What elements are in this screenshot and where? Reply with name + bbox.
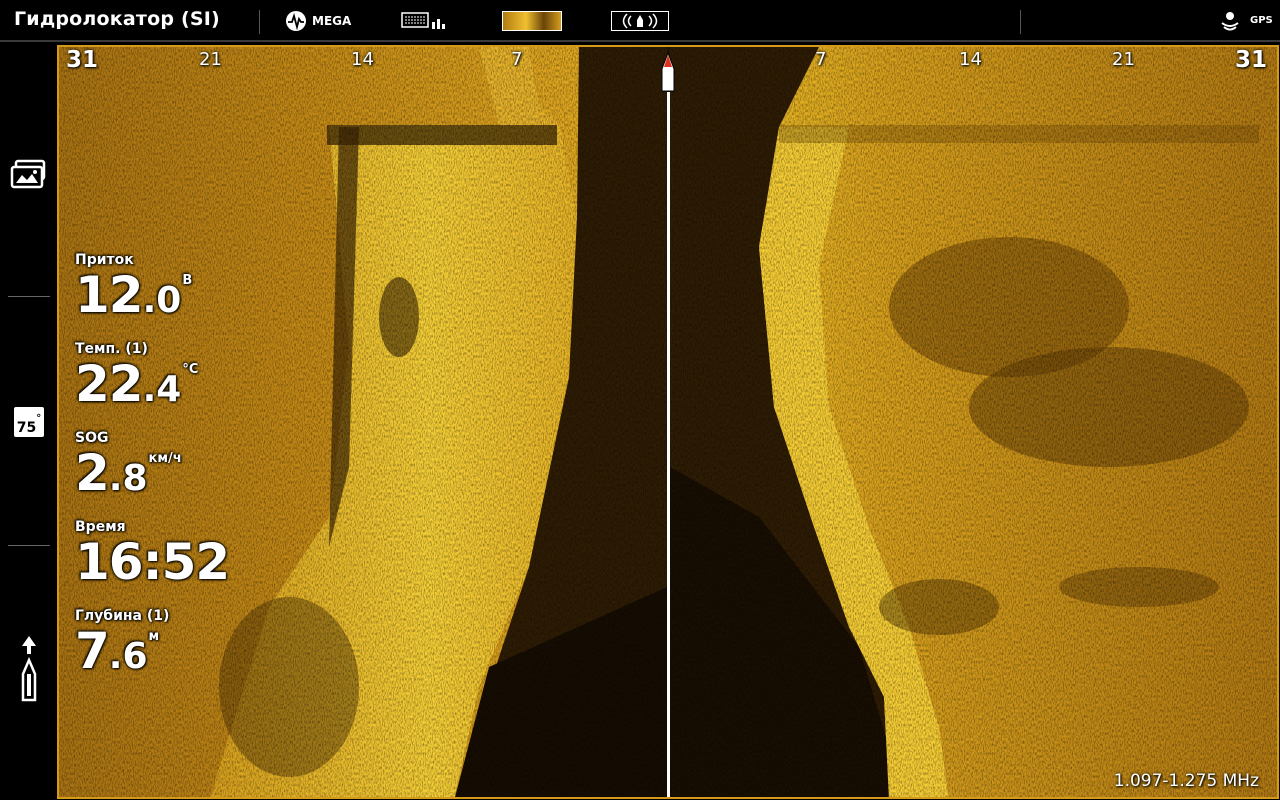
side-imaging-view[interactable]: 31 21 14 7 7 14 21 31 Приток 12.0В Темп.… — [57, 45, 1279, 799]
readout-sog[interactable]: SOG 2.8км/ч — [75, 430, 182, 498]
beam-angle-icon: 75 ° — [14, 407, 44, 437]
side-image-status[interactable] — [502, 10, 562, 32]
sidebar-divider — [8, 296, 50, 297]
readout-depth[interactable]: Глубина (1) 7.6м — [75, 608, 169, 676]
gps-status[interactable]: GPS — [1219, 8, 1275, 36]
range-left-31: 31 — [66, 47, 99, 73]
boat-position-button[interactable] — [8, 634, 50, 706]
readout-value-int: 22 — [75, 355, 144, 413]
range-right-31: 31 — [1235, 47, 1268, 73]
readout-unit: м — [148, 629, 160, 644]
readout-value-dec: .0 — [142, 280, 182, 321]
frequency-label: 1.097-1.275 MHz — [1113, 771, 1259, 791]
readout-value-dec: .8 — [108, 458, 148, 499]
views-icon — [10, 159, 46, 189]
readout-unit: °C — [182, 362, 199, 377]
readout-value-int: 16:52 — [75, 533, 230, 591]
mega-status[interactable]: MEGA — [285, 10, 351, 32]
divider — [1020, 10, 1021, 34]
range-left-14: 14 — [351, 49, 374, 70]
range-right-21: 21 — [1112, 49, 1135, 70]
readout-unit: В — [182, 273, 193, 288]
mega-label: MEGA — [312, 14, 352, 28]
readout-value-dec: .6 — [108, 636, 148, 677]
beam-angle-button[interactable]: 75 ° — [8, 404, 50, 440]
readout-value-dec: .4 — [142, 369, 182, 410]
readout-value-int: 7 — [75, 622, 110, 680]
transducer-status[interactable] — [611, 10, 669, 32]
readout-value-int: 12 — [75, 266, 144, 324]
boat-icon — [21, 636, 37, 702]
divider — [259, 10, 260, 34]
range-right-14: 14 — [959, 49, 982, 70]
readout-temperature[interactable]: Темп. (1) 22.4°C — [75, 341, 198, 409]
range-left-7: 7 — [511, 49, 523, 70]
side-imaging-thumbnail-icon — [502, 11, 562, 31]
chart-sonar-combo-icon — [401, 12, 445, 29]
sidebar-divider — [8, 545, 50, 546]
readout-value-int: 2 — [75, 444, 110, 502]
view-title: Гидролокатор (SI) — [14, 8, 220, 30]
range-left-21: 21 — [199, 49, 222, 70]
transducer-beam-icon — [611, 11, 669, 31]
views-button[interactable] — [8, 154, 50, 194]
readout-unit: км/ч — [148, 451, 182, 466]
readout-time[interactable]: Время 16:52 — [75, 519, 230, 587]
readout-voltage[interactable]: Приток 12.0В — [75, 252, 192, 320]
gps-label: GPS — [1250, 15, 1273, 26]
top-bar: Гидролокатор (SI) MEGA GPS — [0, 0, 1280, 42]
chart-combo-status[interactable] — [401, 10, 449, 32]
boat-track-line — [667, 92, 670, 797]
sonar-pulse-icon — [286, 11, 306, 31]
left-sidebar: 75 ° — [0, 44, 57, 800]
range-right-7: 7 — [815, 49, 827, 70]
beam-angle-value: 75 — [16, 420, 37, 436]
gps-status-icon — [1221, 12, 1239, 31]
